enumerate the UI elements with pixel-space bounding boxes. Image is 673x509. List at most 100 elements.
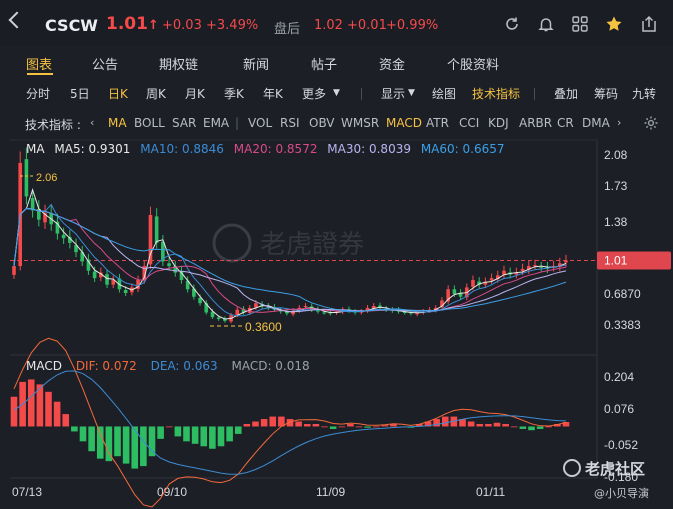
macd-bar xyxy=(467,421,475,427)
macd-legend-label: MACD xyxy=(26,359,62,373)
candle-body xyxy=(533,265,537,267)
macd-bar xyxy=(493,422,501,427)
ma20-value: MA20: 0.8572 xyxy=(233,142,318,156)
macd-bar xyxy=(510,426,518,428)
candle-body xyxy=(564,260,568,263)
macd-bar xyxy=(476,424,484,427)
macd-bar xyxy=(191,426,199,444)
price-axis-label: 1.38 xyxy=(604,215,628,229)
macd-bar xyxy=(88,426,95,452)
ma10-value: MA10: 0.8846 xyxy=(140,142,224,156)
ma30-value: MA30: 0.8039 xyxy=(327,142,411,156)
macd-bar xyxy=(148,426,156,457)
ma5-value: MA5: 0.9301 xyxy=(54,142,131,156)
macd-bar xyxy=(79,426,87,442)
macd-bar xyxy=(303,424,311,427)
candle-body xyxy=(24,159,29,197)
macd-bar xyxy=(536,426,544,429)
candle-body xyxy=(123,289,128,293)
macd-bar xyxy=(502,424,509,427)
macd-bar xyxy=(157,426,164,439)
macd-bar xyxy=(338,426,346,428)
macd-bar xyxy=(372,426,380,428)
macd-histogram xyxy=(10,379,570,469)
ma-legend-label: MA xyxy=(26,142,45,156)
macd-bar xyxy=(209,426,216,449)
dif-value: DIF: 0.072 xyxy=(75,359,137,373)
price-axis-label: 0.3383 xyxy=(604,318,641,332)
x-axis-date: 07/13 xyxy=(12,485,42,499)
macd-bar xyxy=(519,426,527,429)
macd-bar xyxy=(226,426,233,442)
watermark: 老虎證券 xyxy=(212,223,364,263)
macd-bar xyxy=(295,421,302,427)
footer-brand: 老虎社区 xyxy=(563,458,645,479)
macd-bar xyxy=(545,426,553,428)
candle-body xyxy=(92,271,97,279)
macd-bar xyxy=(485,424,492,427)
macd-bar xyxy=(183,426,190,442)
macd-axis-label: 0.204 xyxy=(604,370,634,384)
macd-value: MACD: 0.018 xyxy=(231,359,310,373)
macd-bar xyxy=(433,419,440,427)
footer-author: @小贝导演 xyxy=(594,487,649,500)
macd-bar xyxy=(122,426,130,464)
candle-body xyxy=(471,280,475,287)
price-axis-label: 0.6870 xyxy=(604,287,641,301)
price-axis-label: 1.73 xyxy=(604,179,628,193)
candle-body xyxy=(520,268,525,271)
macd-axis-label: -0.052 xyxy=(604,438,638,452)
macd-bar xyxy=(114,426,121,457)
ma-legend: MA MA5: 0.9301 MA10: 0.8846 MA20: 0.8572… xyxy=(26,142,505,156)
current-price-tag-label: 1.01 xyxy=(604,254,628,268)
candle-body xyxy=(154,216,159,243)
macd-bar xyxy=(45,391,52,427)
macd-bar xyxy=(96,426,104,459)
macd-bar xyxy=(355,426,363,428)
macd-bar xyxy=(27,379,35,427)
macd-bar xyxy=(321,426,328,428)
macd-bar xyxy=(200,426,208,447)
macd-bar xyxy=(234,426,242,434)
macd-bar xyxy=(140,426,147,467)
macd-bar xyxy=(528,426,535,431)
macd-bar xyxy=(217,426,225,447)
price-axis-label: 2.08 xyxy=(604,148,628,162)
macd-bar xyxy=(364,426,371,428)
macd-axis-label: 0.076 xyxy=(604,402,634,416)
candle-body xyxy=(452,289,457,294)
macd-bar xyxy=(165,426,173,428)
x-axis-date: 01/11 xyxy=(476,485,505,499)
high-annotation: 2.06 xyxy=(36,172,57,184)
macd-bar xyxy=(71,426,78,432)
macd-bar xyxy=(269,416,277,427)
candle-body xyxy=(61,234,66,239)
macd-bar xyxy=(441,416,449,427)
candle-body xyxy=(216,317,221,319)
macd-bar xyxy=(174,426,182,437)
candle-body xyxy=(12,266,16,275)
macd-bar xyxy=(62,414,70,427)
macd-bar xyxy=(243,424,251,427)
price-chart[interactable]: 老虎證券 1.01 2.08 1.73 1.38 0.6870 0.3383 0… xyxy=(0,0,673,509)
candle-body xyxy=(322,312,326,314)
candle-body xyxy=(303,306,308,307)
dea-value: DEA: 0.063 xyxy=(150,359,218,373)
candle-body xyxy=(254,303,258,308)
macd-bar xyxy=(347,424,354,427)
macd-bar xyxy=(329,426,337,429)
candle-body xyxy=(167,263,171,267)
svg-text:老虎證券: 老虎證券 xyxy=(260,229,364,259)
macd-bar xyxy=(252,421,259,427)
x-axis-date: 11/09 xyxy=(316,485,345,499)
candle-body xyxy=(105,274,109,285)
macd-bar xyxy=(260,419,268,427)
macd-bar xyxy=(312,424,320,427)
tiger-logo-icon xyxy=(563,459,581,477)
candle-body xyxy=(539,266,543,268)
macd-bar xyxy=(53,401,61,427)
macd-legend: MACD DIF: 0.072 DEA: 0.063 MACD: 0.018 xyxy=(26,359,310,373)
candle-body xyxy=(489,278,494,281)
ma60-value: MA60: 0.6657 xyxy=(420,142,505,156)
macd-bar xyxy=(10,396,18,427)
